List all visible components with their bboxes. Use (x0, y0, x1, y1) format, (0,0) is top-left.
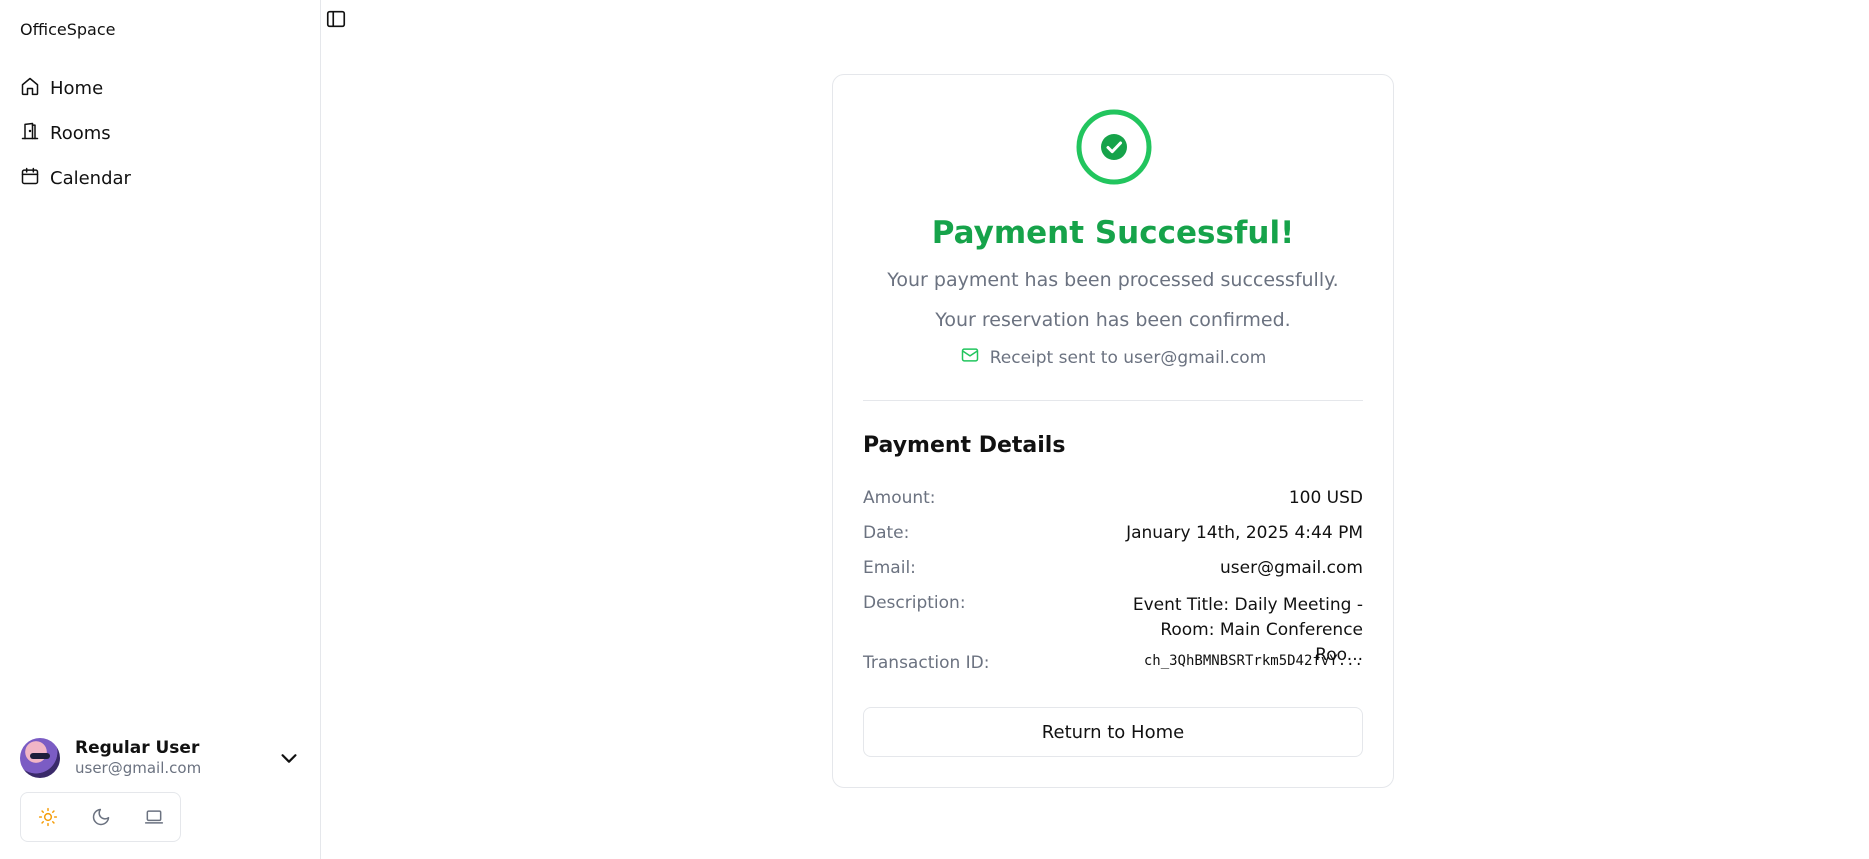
sidebar-item-label: Home (50, 78, 104, 99)
app-brand: OfficeSpace (20, 20, 116, 39)
home-icon (20, 76, 40, 101)
user-info: Regular User user@gmail.com (75, 738, 201, 778)
detail-value: ch_3QhBMNBSRTrkm5D42fvY... (1143, 653, 1363, 669)
payment-details-title: Payment Details (863, 433, 1066, 458)
sidebar-item-label: Rooms (50, 123, 111, 144)
detail-row-email: Email: user@gmail.com (863, 558, 1363, 578)
detail-label: Transaction ID: (863, 653, 990, 673)
receipt-text: Receipt sent to user@gmail.com (989, 347, 1267, 368)
mail-icon (960, 345, 980, 370)
detail-value: 100 USD (1288, 488, 1363, 508)
divider (863, 400, 1363, 401)
payment-confirmation-card: Payment Successful! Your payment has bee… (832, 74, 1394, 788)
receipt-notice: Receipt sent to user@gmail.com (833, 345, 1393, 370)
detail-label: Amount: (863, 488, 936, 508)
reservation-message: Your reservation has been confirmed. (935, 309, 1291, 331)
success-message: Your payment has been processed successf… (887, 269, 1339, 291)
sidebar-item-rooms[interactable]: Rooms (20, 111, 131, 156)
sidebar: OfficeSpace Home Rooms Calendar Regular … (0, 0, 321, 859)
detail-row-transaction-id: Transaction ID: ch_3QhBMNBSRTrkm5D42fvY.… (863, 653, 1363, 673)
detail-row-amount: Amount: 100 USD (863, 488, 1363, 508)
user-email: user@gmail.com (75, 759, 202, 777)
return-home-button[interactable]: Return to Home (863, 707, 1363, 757)
door-icon (20, 121, 40, 146)
sidebar-item-home[interactable]: Home (20, 66, 131, 111)
calendar-icon (20, 166, 40, 191)
check-circle-icon (1076, 109, 1152, 185)
detail-label: Email: (863, 558, 916, 578)
detail-label: Date: (863, 523, 910, 543)
sun-icon[interactable] (37, 806, 59, 828)
avatar (20, 738, 60, 778)
detail-row-date: Date: January 14th, 2025 4:44 PM (863, 523, 1363, 543)
user-name: Regular User (75, 738, 200, 758)
sidebar-item-label: Calendar (50, 168, 131, 189)
moon-icon[interactable] (90, 806, 112, 828)
detail-value: user@gmail.com (1219, 558, 1363, 578)
chevron-down-icon[interactable] (278, 747, 300, 769)
success-title: Payment Successful! (931, 215, 1295, 251)
sidebar-toggle-icon[interactable] (325, 8, 347, 30)
laptop-icon[interactable] (143, 806, 165, 828)
user-menu[interactable]: Regular User user@gmail.com (20, 735, 300, 781)
theme-switcher (20, 792, 181, 842)
detail-value: January 14th, 2025 4:44 PM (1126, 523, 1363, 543)
sidebar-nav: Home Rooms Calendar (20, 66, 131, 201)
sidebar-item-calendar[interactable]: Calendar (20, 156, 131, 201)
